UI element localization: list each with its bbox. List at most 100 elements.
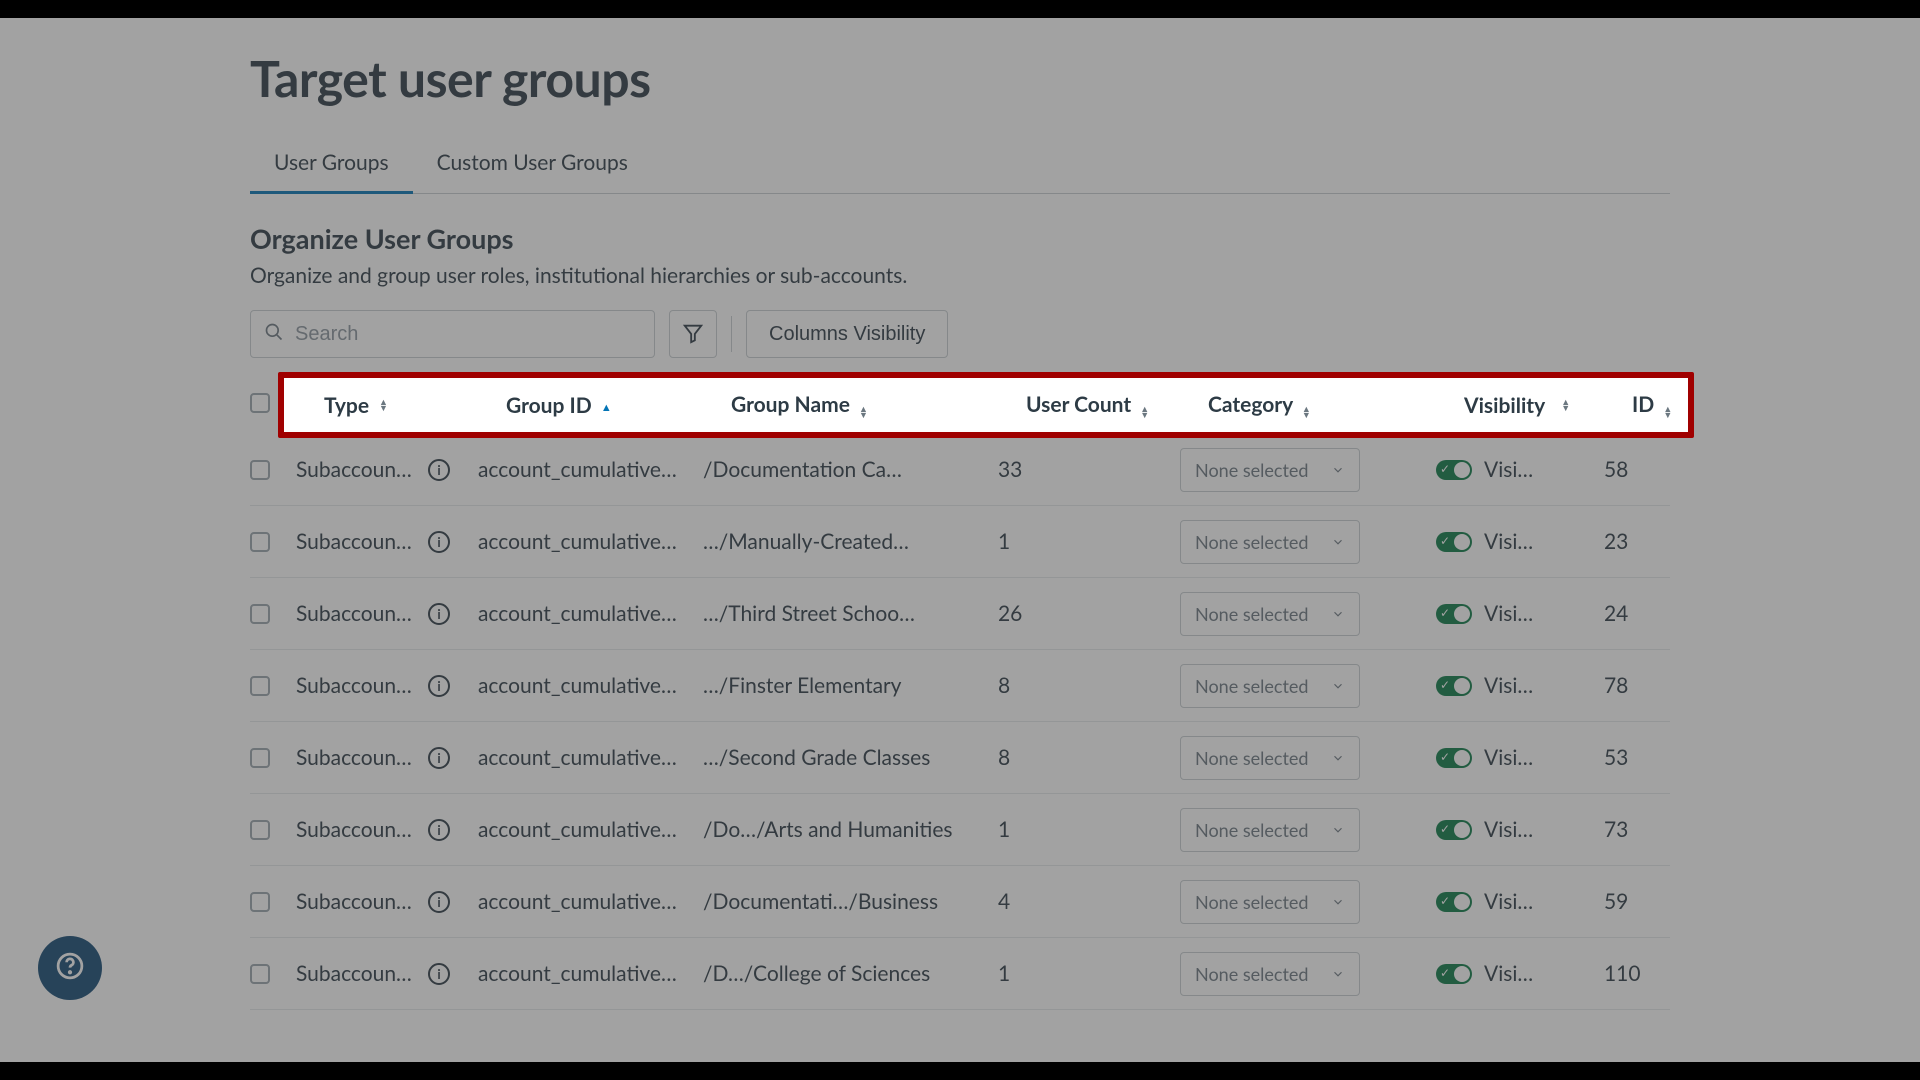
page-title: Target user groups [250,48,1670,108]
visibility-toggle[interactable] [1436,964,1472,984]
info-icon[interactable]: i [428,819,450,841]
header-user-count-label: User Count [1026,392,1131,417]
row-checkbox[interactable] [250,820,270,840]
category-select[interactable]: None selected [1180,592,1360,636]
cell-group-id: account_cumulative… [478,457,703,482]
chevron-down-icon [1331,819,1345,841]
row-checkbox[interactable] [250,604,270,624]
visibility-toggle[interactable] [1436,892,1472,912]
chevron-down-icon [1331,747,1345,769]
header-id[interactable]: ID ▲▼ [1632,392,1698,418]
category-select[interactable]: None selected [1180,736,1360,780]
help-fab[interactable] [38,936,102,1000]
header-group-name[interactable]: Group Name ▲▼ [731,392,1026,418]
sort-indicator-icon: ▲▼ [1561,399,1570,411]
sort-indicator-icon: ▲▼ [1302,406,1311,418]
header-visibility[interactable]: Visibility ▲▼ [1464,393,1632,418]
category-select-label: None selected [1195,603,1308,625]
cell-user-count: 1 [998,961,1180,986]
cell-id: 59 [1604,889,1670,914]
info-icon[interactable]: i [428,891,450,913]
cell-visibility-label: Visible [1484,529,1542,554]
cell-user-count: 8 [998,673,1180,698]
section-title: Organize User Groups [250,222,1670,255]
visibility-toggle[interactable] [1436,676,1472,696]
row-checkbox[interactable] [250,460,270,480]
sort-indicator-icon: ▲▼ [859,406,868,418]
row-checkbox[interactable] [250,964,270,984]
cell-id: 110 [1604,961,1670,986]
info-icon[interactable]: i [428,459,450,481]
chevron-down-icon [1331,963,1345,985]
cell-group-id: account_cumulative… [478,961,703,986]
info-icon[interactable]: i [428,747,450,769]
category-select-label: None selected [1195,891,1308,913]
cell-user-count: 4 [998,889,1180,914]
row-checkbox[interactable] [250,532,270,552]
info-icon[interactable]: i [428,531,450,553]
info-icon[interactable]: i [428,603,450,625]
cell-type: Subaccount… [296,817,418,842]
header-category-label: Category [1208,392,1293,417]
toolbar-separator [731,316,732,352]
cell-type: Subaccount… [296,673,418,698]
tab-custom-user-groups[interactable]: Custom User Groups [413,136,652,194]
table-row: Subaccount… i account_cumulative… …/Thir… [250,578,1670,650]
category-select[interactable]: None selected [1180,520,1360,564]
category-select[interactable]: None selected [1180,664,1360,708]
visibility-toggle[interactable] [1436,748,1472,768]
cell-visibility-label: Visible [1484,961,1542,986]
cell-type: Subaccount… [296,889,418,914]
cell-group-id: account_cumulative… [478,745,703,770]
table-row: Subaccount… i account_cumulative… …/Manu… [250,506,1670,578]
header-group-name-label: Group Name [731,392,850,417]
sort-indicator-icon: ▲▼ [379,399,388,411]
search-input[interactable] [250,310,655,358]
header-id-label: ID [1632,392,1654,417]
table-row: Subaccount… i account_cumulative… …/Seco… [250,722,1670,794]
visibility-toggle[interactable] [1436,460,1472,480]
header-user-count[interactable]: User Count ▲▼ [1026,392,1208,418]
cell-group-name: /Do…/Arts and Humanities [703,817,998,842]
cell-type: Subaccount… [296,745,418,770]
cell-visibility-label: Visible [1484,745,1542,770]
header-category[interactable]: Category ▲▼ [1208,392,1464,418]
table-row: Subaccount… i account_cumulative… …/Fins… [250,650,1670,722]
row-checkbox[interactable] [250,892,270,912]
visibility-toggle[interactable] [1436,604,1472,624]
visibility-toggle[interactable] [1436,532,1472,552]
filter-button[interactable] [669,310,717,358]
cell-user-count: 1 [998,817,1180,842]
category-select-label: None selected [1195,747,1308,769]
table-row: Subaccount… i account_cumulative… /Docum… [250,866,1670,938]
category-select-label: None selected [1195,819,1308,841]
category-select[interactable]: None selected [1180,952,1360,996]
letterbox-bottom [0,1062,1920,1080]
cell-type: Subaccount… [296,961,418,986]
category-select[interactable]: None selected [1180,448,1360,492]
chevron-down-icon [1331,603,1345,625]
chevron-down-icon [1331,675,1345,697]
category-select-label: None selected [1195,963,1308,985]
user-groups-table: Type ▲▼ Group ID ▲ Group Name ▲▼ User Co… [250,376,1670,1010]
columns-visibility-button[interactable]: Columns Visibility [746,310,948,358]
info-icon[interactable]: i [428,963,450,985]
cell-type: Subaccount… [296,601,418,626]
visibility-toggle[interactable] [1436,820,1472,840]
table-row: Subaccount… i account_cumulative… /Do…/A… [250,794,1670,866]
row-checkbox[interactable] [250,748,270,768]
select-all-checkbox[interactable] [250,393,270,413]
header-group-id[interactable]: Group ID ▲ [506,393,731,418]
info-icon[interactable]: i [428,675,450,697]
table-row: Subaccount… i account_cumulative… /Docum… [250,434,1670,506]
cell-id: 58 [1604,457,1670,482]
sort-indicator-icon: ▲▼ [1663,406,1672,418]
row-checkbox[interactable] [250,676,270,696]
category-select-label: None selected [1195,675,1308,697]
category-select[interactable]: None selected [1180,808,1360,852]
header-type[interactable]: Type ▲▼ [324,393,506,418]
cell-group-name: …/Finster Elementary [703,673,998,698]
sort-asc-icon: ▲ [601,401,612,414]
tab-user-groups[interactable]: User Groups [250,136,413,194]
category-select[interactable]: None selected [1180,880,1360,924]
